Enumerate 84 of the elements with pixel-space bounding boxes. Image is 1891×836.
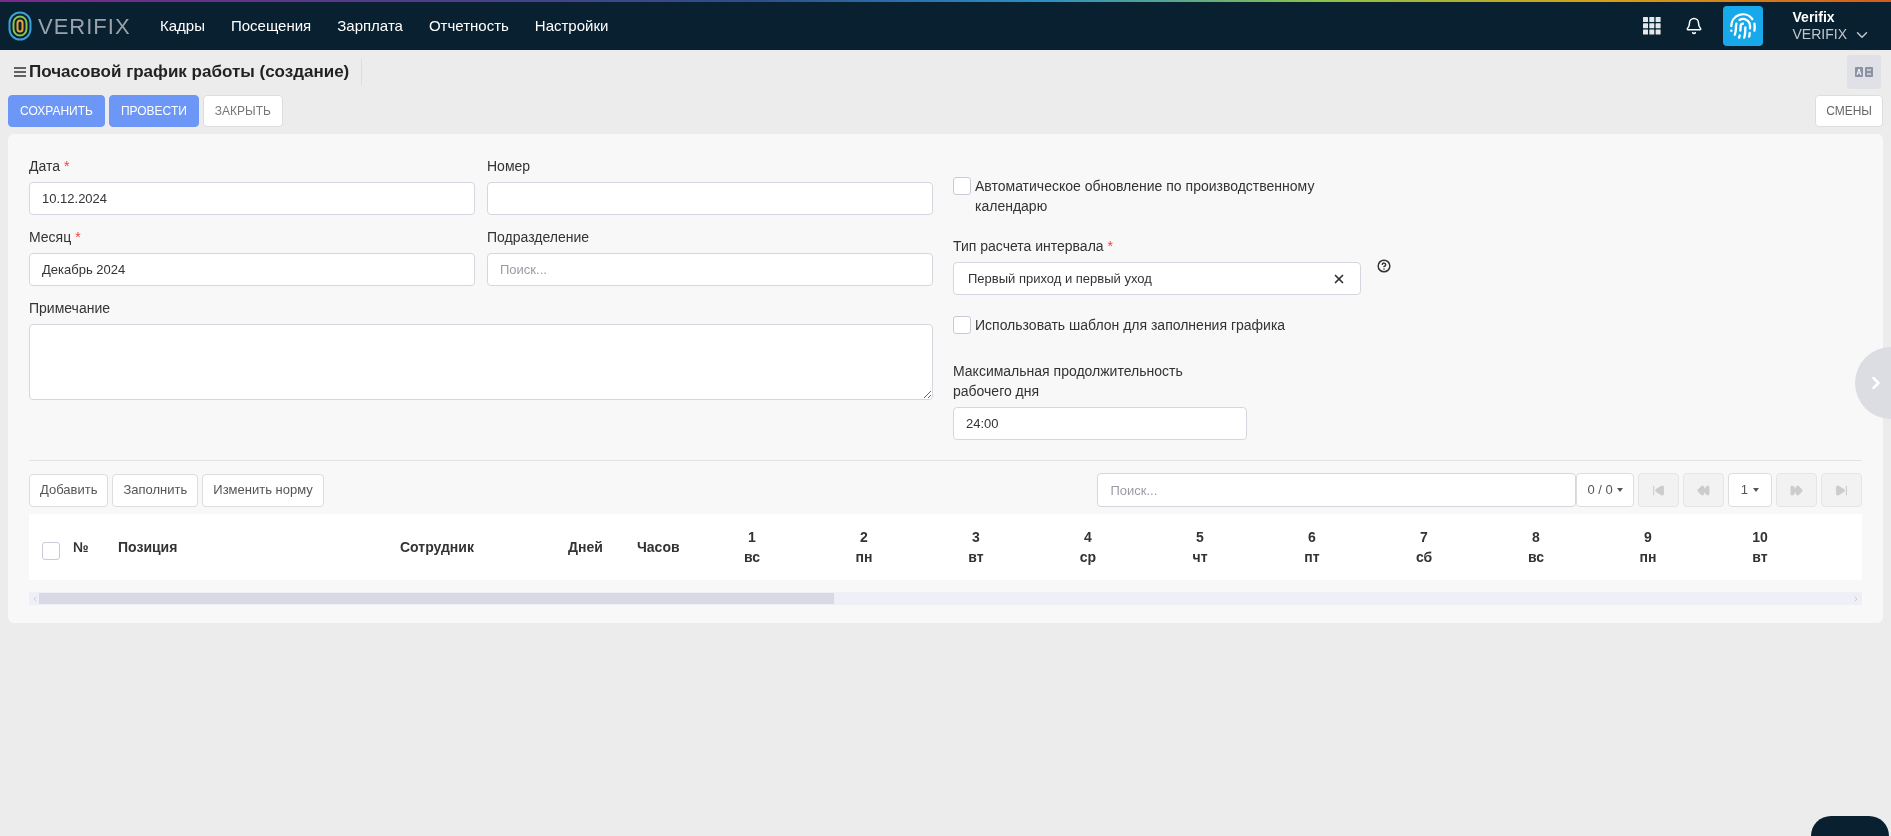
field-label: Дата * [29, 157, 71, 176]
day-number: 6 [1308, 528, 1316, 547]
select-value: Первый приход и первый уход [968, 269, 1152, 288]
day-number: 8 [1532, 528, 1540, 547]
field-label: Тип расчета интервала * [953, 237, 1115, 256]
page-title: Почасовой график работы (создание) [29, 59, 363, 85]
profile-avatar[interactable] [1722, 6, 1763, 46]
weekday: вс [743, 548, 760, 567]
column-header: Часов [637, 538, 680, 555]
table-tool-button[interactable]: Добавить [29, 473, 109, 507]
note-field[interactable] [29, 324, 933, 400]
apps-grid-icon[interactable] [1642, 17, 1661, 35]
notification-bell-icon[interactable] [1684, 17, 1703, 35]
field-label: Максимальная продолжительность рабочего дня [953, 362, 1184, 401]
column-header: Сотрудник [400, 538, 474, 555]
row-count-dropdown[interactable]: 0 / 0 [1576, 473, 1634, 507]
weekday: сб [1415, 548, 1433, 567]
text-field[interactable]: Декабрь 2024 [29, 253, 475, 286]
translate-button[interactable] [1847, 55, 1881, 89]
weekday: пт [1304, 548, 1320, 567]
company-name: VERIFIX [1792, 26, 1847, 43]
text-field[interactable] [487, 182, 933, 215]
table-tool-button[interactable]: Заполнить [112, 473, 199, 507]
logo-icon [8, 11, 32, 41]
logo-text: VERIFIX [38, 12, 131, 41]
rewind-icon [1696, 483, 1710, 497]
first-page-button[interactable] [1637, 473, 1679, 507]
last-page-icon [1835, 483, 1848, 497]
next-page-button[interactable] [1776, 473, 1817, 507]
day-number: 10 [1752, 528, 1768, 547]
checkbox[interactable] [953, 177, 971, 195]
column-header: Дней [568, 538, 603, 555]
weekday: ср [1079, 548, 1097, 567]
nav-menu-item[interactable]: Настройки [534, 14, 609, 38]
chat-button[interactable] [1811, 816, 1889, 836]
day-number: 3 [972, 528, 980, 547]
scroll-left-icon[interactable] [31, 594, 39, 603]
action-button[interactable]: ЗАКРЫТЬ [202, 95, 283, 127]
text-field[interactable]: 24:00 [953, 407, 1247, 440]
checkbox-label: Автоматическое обновление по производственному календарю [975, 177, 1316, 216]
day-number: 1 [748, 528, 756, 547]
checkbox[interactable] [42, 542, 60, 560]
column-header: № [73, 538, 89, 555]
fingerprint-icon [1728, 12, 1757, 40]
checkbox[interactable] [953, 316, 971, 334]
weekday: пн [855, 548, 873, 567]
horizontal-scrollbar[interactable] [29, 592, 1862, 605]
field-label: Номер [487, 157, 532, 176]
text-field[interactable]: Поиск... [487, 253, 933, 286]
weekday: вс [1527, 548, 1544, 567]
nav-menu-item[interactable]: Зарплата [337, 14, 403, 38]
field-label: Подразделение [487, 228, 591, 247]
weekday: вт [968, 548, 984, 567]
table-search-field[interactable]: Поиск... [1097, 473, 1577, 507]
column-header: Позиция [118, 538, 178, 555]
translate-icon [1855, 67, 1873, 77]
table-tool-button[interactable]: Изменить норму [202, 473, 324, 507]
scroll-right-icon[interactable] [1852, 594, 1860, 603]
user-name: Verifix [1792, 8, 1836, 26]
day-number: 4 [1084, 528, 1092, 547]
day-number: 2 [860, 528, 868, 547]
menu-icon[interactable] [14, 67, 26, 77]
field-label: Примечание [29, 299, 112, 318]
checkbox-label: Использовать шаблон для заполнения графика [975, 316, 1286, 335]
fast-forward-icon [1790, 483, 1803, 497]
text-field[interactable]: 10.12.2024 [29, 182, 475, 215]
weekday: пн [1639, 548, 1657, 567]
last-page-button[interactable] [1821, 473, 1862, 507]
shifts-button[interactable]: СМЕНЫ [1815, 95, 1883, 127]
day-number: 7 [1420, 528, 1428, 547]
nav-menu-item[interactable]: Отчетность [428, 14, 509, 38]
scrollbar-thumb[interactable] [39, 593, 834, 604]
day-number: 5 [1196, 528, 1204, 547]
select-field[interactable]: Первый приход и первый уход [953, 262, 1361, 295]
page-number-dropdown[interactable]: 1 [1727, 473, 1772, 507]
day-number: 9 [1644, 528, 1652, 547]
nav-menu-item[interactable]: Кадры [160, 14, 205, 38]
nav-menu-item[interactable]: Посещения [230, 14, 312, 38]
first-page-icon [1651, 483, 1665, 497]
weekday: чт [1192, 548, 1208, 567]
help-icon[interactable] [1377, 259, 1391, 273]
field-label: Месяц * [29, 228, 82, 247]
previous-page-button[interactable] [1682, 473, 1724, 507]
weekday: вт [1752, 548, 1768, 567]
